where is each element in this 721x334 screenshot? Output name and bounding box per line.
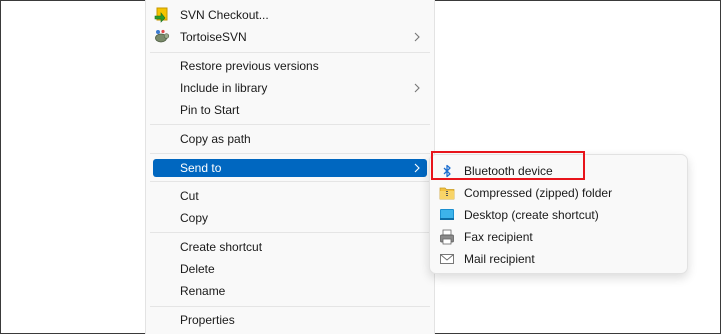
chevron-right-icon bbox=[412, 82, 422, 94]
menu-item-send-to[interactable]: Send to bbox=[153, 159, 427, 177]
menu-separator bbox=[150, 232, 430, 233]
submenu-item-label: Compressed (zipped) folder bbox=[464, 186, 613, 200]
menu-item-copy[interactable]: Copy bbox=[146, 207, 434, 229]
chevron-right-icon bbox=[412, 31, 422, 43]
menu-item-label: Include in library bbox=[180, 81, 268, 95]
menu-item-label: Rename bbox=[180, 284, 226, 298]
menu-item-delete[interactable]: Delete bbox=[146, 258, 434, 280]
menu-item-label: Copy as path bbox=[180, 132, 251, 146]
submenu-item-label: Fax recipient bbox=[464, 230, 533, 244]
zip-folder-icon bbox=[439, 185, 455, 201]
submenu-item-desktop-create-shortcut[interactable]: Desktop (create shortcut) bbox=[430, 204, 687, 226]
bluetooth-icon bbox=[439, 163, 455, 179]
menu-item-pin-to-start[interactable]: Pin to Start bbox=[146, 99, 434, 121]
context-menu: SVN Checkout... TortoiseSVN Restore prev… bbox=[145, 0, 435, 334]
svn-checkout-icon bbox=[154, 7, 170, 23]
mail-icon bbox=[439, 251, 455, 267]
menu-item-tortoisesvn[interactable]: TortoiseSVN bbox=[146, 26, 434, 48]
menu-item-copy-as-path[interactable]: Copy as path bbox=[146, 128, 434, 150]
submenu-item-bluetooth-device[interactable]: Bluetooth device bbox=[430, 160, 687, 182]
tortoisesvn-icon bbox=[154, 29, 170, 45]
menu-item-cut[interactable]: Cut bbox=[146, 185, 434, 207]
menu-item-label: Properties bbox=[180, 313, 235, 327]
submenu-item-compressed-zipped-folder[interactable]: Compressed (zipped) folder bbox=[430, 182, 687, 204]
menu-item-include-in-library[interactable]: Include in library bbox=[146, 77, 434, 99]
menu-item-label: Copy bbox=[180, 211, 209, 225]
fax-icon bbox=[439, 229, 455, 245]
submenu-item-fax-recipient[interactable]: Fax recipient bbox=[430, 226, 687, 248]
menu-separator bbox=[150, 52, 430, 53]
menu-separator bbox=[150, 124, 430, 125]
menu-item-label: Pin to Start bbox=[180, 103, 240, 117]
submenu-item-mail-recipient[interactable]: Mail recipient bbox=[430, 248, 687, 270]
menu-separator bbox=[150, 153, 430, 154]
submenu-item-label: Desktop (create shortcut) bbox=[464, 208, 599, 222]
menu-item-label: Restore previous versions bbox=[180, 59, 319, 73]
menu-item-svn-checkout[interactable]: SVN Checkout... bbox=[146, 4, 434, 26]
menu-item-label: Delete bbox=[180, 262, 215, 276]
menu-item-label: TortoiseSVN bbox=[180, 30, 247, 44]
menu-item-label: Cut bbox=[180, 189, 199, 203]
submenu-item-label: Mail recipient bbox=[464, 252, 535, 266]
desktop-icon bbox=[439, 207, 455, 223]
menu-item-rename[interactable]: Rename bbox=[146, 280, 434, 302]
menu-item-label: Send to bbox=[180, 161, 222, 175]
send-to-submenu: Bluetooth device Compressed (zipped) fol… bbox=[429, 154, 688, 274]
menu-item-label: Create shortcut bbox=[180, 240, 263, 254]
menu-separator bbox=[150, 306, 430, 307]
menu-item-restore-previous-versions[interactable]: Restore previous versions bbox=[146, 55, 434, 77]
chevron-right-icon bbox=[412, 162, 422, 174]
menu-item-label: SVN Checkout... bbox=[180, 8, 269, 22]
submenu-item-label: Bluetooth device bbox=[464, 164, 553, 178]
menu-item-create-shortcut[interactable]: Create shortcut bbox=[146, 236, 434, 258]
menu-separator bbox=[150, 181, 430, 182]
menu-item-properties[interactable]: Properties bbox=[146, 309, 434, 331]
